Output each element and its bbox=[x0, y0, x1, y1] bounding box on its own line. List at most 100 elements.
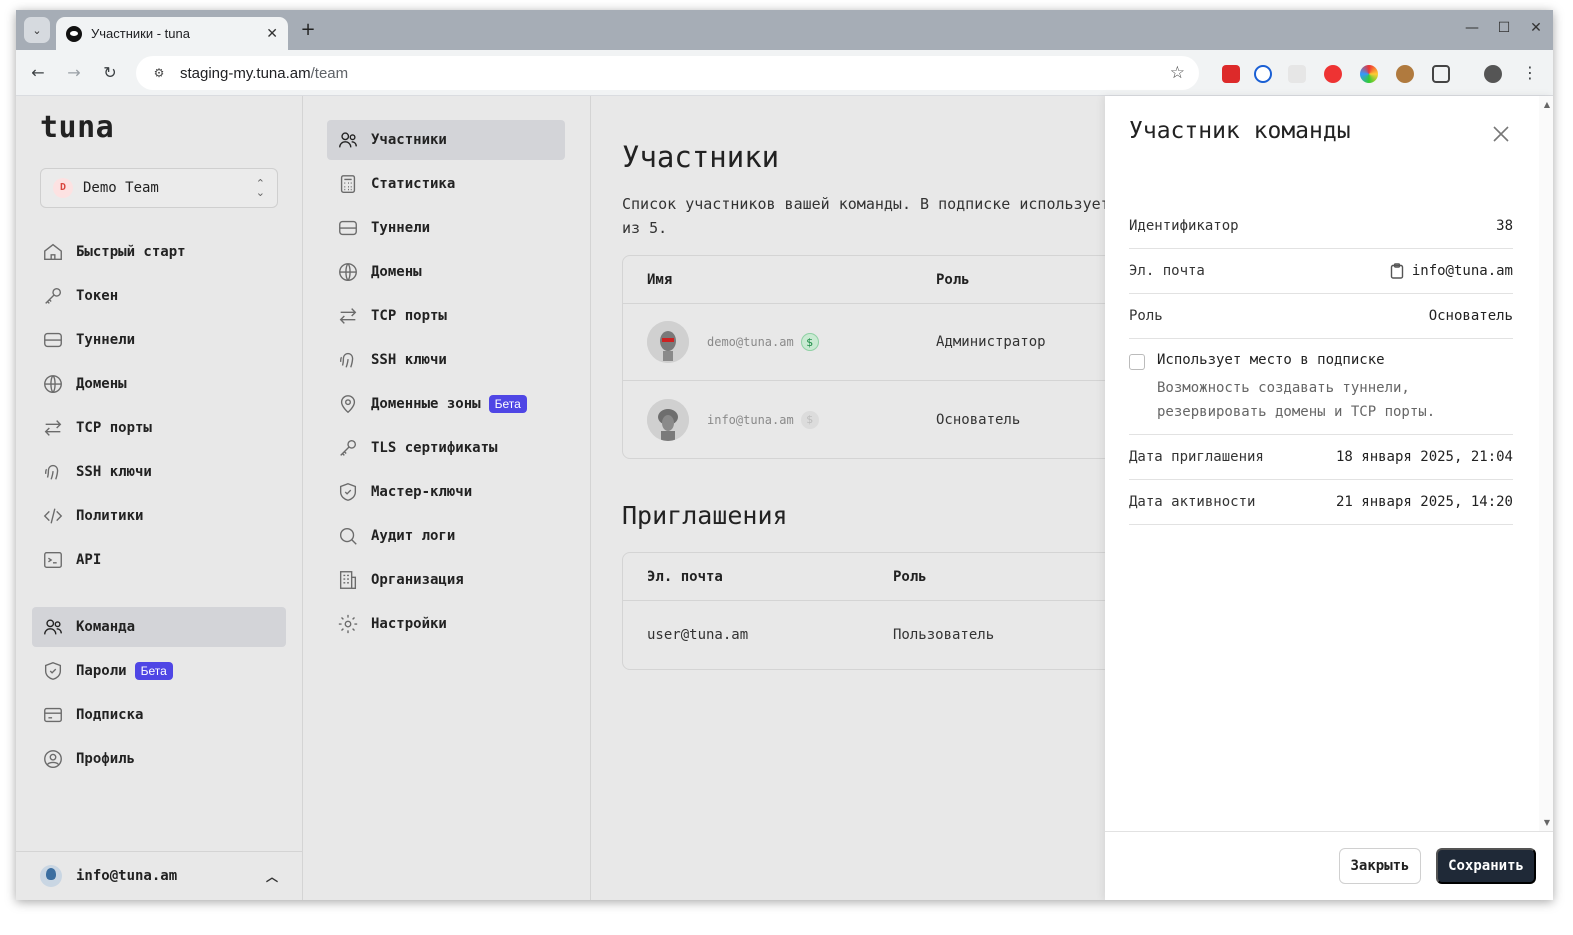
subnav-item-tunnels[interactable]: Туннели bbox=[327, 208, 565, 248]
server-icon bbox=[42, 329, 64, 351]
address-bar[interactable]: ⚙ staging-my.tuna.am/team ☆ bbox=[136, 56, 1199, 90]
sidebar-item-label: Профиль bbox=[76, 751, 136, 767]
close-icon[interactable] bbox=[1489, 122, 1513, 146]
subnav-item-label: Домены bbox=[371, 264, 422, 280]
sidebar-item-domains[interactable]: Домены bbox=[32, 364, 286, 404]
subnav-item-audit-logs[interactable]: Аудит логи bbox=[327, 516, 565, 556]
minimize-button[interactable]: — bbox=[1462, 20, 1482, 36]
beta-badge: Бета bbox=[488, 395, 527, 413]
sidebar-item-label: Туннели bbox=[76, 332, 136, 348]
chevron-up-icon: ︿ bbox=[265, 869, 278, 884]
members-table: Имя Роль demo@tuna.am $ Администратор in… bbox=[622, 255, 1107, 459]
sidebar-item-profile[interactable]: Профиль bbox=[32, 739, 286, 779]
field-email: Эл. почта info@tuna.am bbox=[1129, 249, 1513, 294]
user-menu[interactable]: info@tuna.am ︿ bbox=[16, 851, 302, 900]
sidebar-item-subscription[interactable]: Подписка bbox=[32, 695, 286, 735]
sidebar-item-tcp-ports[interactable]: TCP порты bbox=[32, 408, 286, 448]
sidebar-item-tunnels[interactable]: Туннели bbox=[32, 320, 286, 360]
table-row[interactable]: demo@tuna.am $ Администратор bbox=[623, 304, 1107, 381]
browser-menu-icon[interactable]: ⋮ bbox=[1519, 62, 1541, 84]
sidebar-item-label: TCP порты bbox=[76, 420, 152, 436]
avatar bbox=[647, 398, 689, 441]
browser-tab[interactable]: Участники - tuna ✕ bbox=[56, 17, 288, 50]
cookie-extension-icon[interactable] bbox=[1396, 65, 1414, 83]
subnav-item-label: Участники bbox=[371, 132, 447, 148]
field-id: Идентификатор 38 bbox=[1129, 204, 1513, 249]
app-page: tuna D Demo Team ⌃ ⌄ Быстрый старт Токен … bbox=[16, 96, 1553, 900]
team-selector[interactable]: D Demo Team ⌃ ⌄ bbox=[40, 168, 278, 208]
chevron-up-down-icon: ⌃ ⌄ bbox=[255, 177, 265, 199]
globe-icon bbox=[337, 261, 359, 283]
invites-table: Эл. почта Роль user@tuna.am Пользователь bbox=[622, 552, 1107, 670]
table-row[interactable]: info@tuna.am $ Основатель bbox=[623, 381, 1107, 458]
maximize-button[interactable]: ☐ bbox=[1494, 20, 1514, 36]
subnav-item-members[interactable]: Участники bbox=[327, 120, 565, 160]
reload-button[interactable]: ↻ bbox=[99, 62, 121, 84]
back-button[interactable]: ← bbox=[27, 62, 49, 84]
subnav-item-ssh-keys[interactable]: SSH ключи bbox=[327, 340, 565, 380]
json-extension-icon[interactable] bbox=[1288, 65, 1306, 83]
subnav-item-domain-zones[interactable]: Доменные зоны Бета bbox=[327, 384, 565, 424]
profile-avatar-icon[interactable] bbox=[1484, 65, 1502, 83]
close-window-button[interactable]: ✕ bbox=[1526, 20, 1546, 36]
tab-search-button[interactable]: ⌄ bbox=[24, 17, 50, 43]
adblock-extension-icon[interactable] bbox=[1324, 65, 1342, 83]
new-tab-button[interactable]: + bbox=[297, 19, 319, 41]
tab-bar: ⌄ Участники - tuna ✕ + — ☐ ✕ bbox=[16, 10, 1553, 50]
subnav-item-settings[interactable]: Настройки bbox=[327, 604, 565, 644]
tab-close-icon[interactable]: ✕ bbox=[266, 26, 278, 42]
drawer-scrollbar[interactable]: ▲ ▼ bbox=[1539, 96, 1553, 831]
code-icon bbox=[42, 505, 64, 527]
subnav-item-domains[interactable]: Домены bbox=[327, 252, 565, 292]
description-line-1: Список участников вашей команды. В подпи… bbox=[622, 195, 1107, 213]
scroll-down-icon[interactable]: ▼ bbox=[1544, 818, 1550, 827]
seat-description: Возможность создавать туннели, резервиро… bbox=[1157, 380, 1436, 420]
scroll-up-icon[interactable]: ▲ bbox=[1544, 100, 1550, 109]
subnav-item-statistics[interactable]: Статистика bbox=[327, 164, 565, 204]
forward-button[interactable]: → bbox=[63, 62, 85, 84]
shield-icon bbox=[337, 481, 359, 503]
password-manager-extension-icon[interactable] bbox=[1254, 65, 1272, 83]
color-picker-extension-icon[interactable] bbox=[1360, 65, 1378, 83]
sidebar-item-team[interactable]: Команда bbox=[32, 607, 286, 647]
subnav-item-master-keys[interactable]: Мастер-ключи bbox=[327, 472, 565, 512]
extensions-puzzle-icon[interactable] bbox=[1432, 65, 1450, 83]
field-label: Дата приглашения bbox=[1129, 449, 1264, 465]
subnav-item-organization[interactable]: Организация bbox=[327, 560, 565, 600]
sidebar-item-ssh-keys[interactable]: SSH ключи bbox=[32, 452, 286, 492]
site-settings-icon[interactable]: ⚙ bbox=[150, 64, 168, 82]
seat-label[interactable]: Использует место в подписке bbox=[1157, 352, 1385, 368]
team-subnav: Участники Статистика Туннели Домены TCP … bbox=[304, 96, 591, 900]
bookmark-star-icon[interactable]: ☆ bbox=[1170, 63, 1185, 83]
member-role: Администратор bbox=[936, 334, 1046, 350]
sidebar-item-label: Политики bbox=[76, 508, 144, 524]
subnav-item-tls-certificates[interactable]: TLS сертификаты bbox=[327, 428, 565, 468]
subnav-item-label: Доменные зоны bbox=[371, 396, 481, 412]
member-email-text: demo@tuna.am bbox=[707, 335, 794, 349]
column-header-role: Роль bbox=[936, 271, 970, 288]
tuna-favicon-icon bbox=[66, 25, 82, 42]
field-value: 18 января 2025, 21:04 bbox=[1335, 449, 1513, 465]
save-button[interactable]: Сохранить bbox=[1436, 848, 1536, 884]
seat-checkbox[interactable] bbox=[1129, 354, 1145, 370]
field-role: Роль Основатель bbox=[1129, 294, 1513, 339]
key-icon bbox=[337, 437, 359, 459]
logo[interactable]: tuna bbox=[40, 110, 114, 145]
arrows-icon bbox=[42, 417, 64, 439]
column-header-email: Эл. почта bbox=[647, 568, 723, 585]
close-button[interactable]: Закрыть bbox=[1339, 848, 1421, 884]
table-row[interactable]: user@tuna.am Пользователь bbox=[623, 601, 1107, 669]
extension-icon-1[interactable] bbox=[1222, 65, 1240, 83]
sidebar-item-api[interactable]: API bbox=[32, 540, 286, 580]
subnav-item-tcp-ports[interactable]: TCP порты bbox=[327, 296, 565, 336]
sidebar-item-policies[interactable]: Политики bbox=[32, 496, 286, 536]
sidebar-item-passwords[interactable]: Пароли Бета bbox=[32, 651, 286, 691]
subnav-item-label: Туннели bbox=[371, 220, 431, 236]
clipboard-icon[interactable] bbox=[1390, 263, 1404, 279]
sidebar-item-quick-start[interactable]: Быстрый старт bbox=[32, 232, 286, 272]
browser-toolbar: ← → ↻ ⚙ staging-my.tuna.am/team ☆ ⋮ bbox=[16, 50, 1553, 96]
email-value: info@tuna.am bbox=[1411, 263, 1513, 279]
field-value: info@tuna.am bbox=[1390, 263, 1513, 279]
terminal-icon bbox=[42, 549, 64, 571]
sidebar-item-token[interactable]: Токен bbox=[32, 276, 286, 316]
